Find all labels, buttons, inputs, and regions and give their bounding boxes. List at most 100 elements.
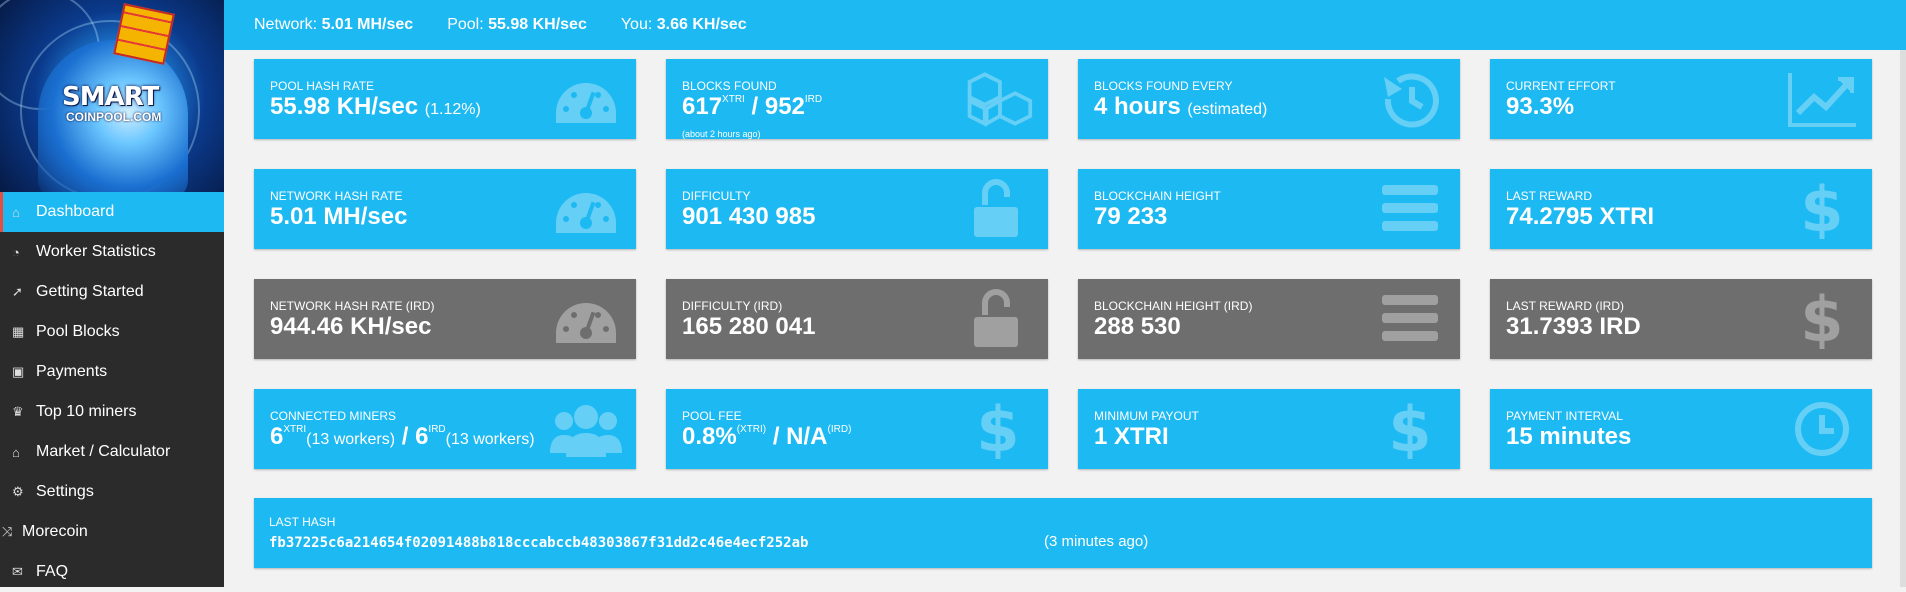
minimum-payout-card: MINIMUM PAYOUT 1 XTRI bbox=[1078, 389, 1460, 469]
sidebar-item-getting-started[interactable]: ➚ Getting Started bbox=[0, 272, 224, 312]
rocket-icon: ➚ bbox=[12, 284, 23, 299]
sidebar-item-label: Market / Calculator bbox=[36, 443, 171, 460]
card-value: 79 233 bbox=[1094, 203, 1168, 230]
value-suffix: (XTRI) bbox=[736, 424, 767, 435]
dashboard-icon bbox=[556, 83, 616, 123]
card-label: BLOCKS FOUND bbox=[682, 79, 777, 93]
sidebar-item-payments[interactable]: ▣ Payments bbox=[0, 352, 224, 392]
money-icon: ▣ bbox=[12, 364, 25, 379]
value-extra: (13 workers) bbox=[306, 431, 396, 448]
sidebar-nav: ⌂ Dashboard ◔ Worker Statistics ➚ Getting S… bbox=[0, 192, 224, 592]
cubes-icon: ▦ bbox=[12, 324, 25, 339]
card-value: 55.98 KH/sec (1.12%) bbox=[270, 93, 481, 121]
stat-value: 3.66 KH/sec bbox=[656, 16, 747, 33]
card-label: LAST REWARD bbox=[1506, 189, 1593, 203]
sidebar-item-faq[interactable]: ✉ FAQ bbox=[0, 552, 224, 592]
logo[interactable]: SMART COINPOOL.COM bbox=[0, 0, 224, 192]
card-label: MINIMUM PAYOUT bbox=[1094, 409, 1199, 423]
value-main: 4 hours bbox=[1094, 93, 1181, 120]
scrollbar[interactable] bbox=[1900, 50, 1906, 587]
card-value: 31.7393 IRD bbox=[1506, 313, 1641, 340]
sidebar-item-morecoin[interactable]: ⤨ Morecoin bbox=[0, 512, 224, 552]
bars-icon bbox=[1382, 295, 1438, 341]
card-label: POOL FEE bbox=[682, 409, 742, 423]
shuffle-icon: ⤨ bbox=[2, 524, 13, 539]
blockchain-height-ird-card: BLOCKCHAIN HEIGHT (IRD) 288 530 bbox=[1078, 279, 1460, 359]
pool-hashrate-card: POOL HASH RATE 55.98 KH/sec (1.12%) bbox=[254, 59, 636, 139]
card-label: CURRENT EFFORT bbox=[1506, 79, 1616, 93]
card-label: DIFFICULTY (IRD) bbox=[682, 299, 783, 313]
card-label: NETWORK HASH RATE (IRD) bbox=[270, 299, 435, 313]
blocks-found-every-card: BLOCKS FOUND EVERY 4 hours (estimated) bbox=[1078, 59, 1460, 139]
sidebar-item-market-calculator[interactable]: ⌂ Market / Calculator bbox=[0, 432, 224, 472]
card-value: 74.2795 XTRI bbox=[1506, 203, 1655, 230]
cubes-icon bbox=[967, 72, 1033, 126]
sidebar-item-settings[interactable]: ⚙ Settings bbox=[0, 472, 224, 512]
trophy-icon: ♛ bbox=[12, 404, 24, 419]
value-separator: / bbox=[766, 423, 787, 450]
unlock-icon bbox=[974, 179, 1018, 237]
blockchain-height-card: BLOCKCHAIN HEIGHT 79 233 bbox=[1078, 169, 1460, 249]
difficulty-card: DIFFICULTY 901 430 985 bbox=[666, 169, 1048, 249]
value-main: 617 bbox=[682, 93, 723, 120]
dollar-icon bbox=[1800, 179, 1844, 239]
value-separator: / bbox=[395, 423, 416, 450]
card-label: BLOCKS FOUND EVERY bbox=[1094, 79, 1233, 93]
value-main: 6 bbox=[270, 423, 284, 450]
card-value: 901 430 985 bbox=[682, 203, 816, 230]
sidebar-item-top-10-miners[interactable]: ♛ Top 10 miners bbox=[0, 392, 224, 432]
connected-miners-card: CONNECTED MINERS 6XTRI(13 workers) / 6IR… bbox=[254, 389, 636, 469]
value-main: 0.8% bbox=[682, 423, 737, 450]
top-stats-bar: Network: 5.01 MH/sec Pool: 55.98 KH/sec … bbox=[224, 0, 1906, 50]
home-icon: ⌂ bbox=[12, 204, 20, 220]
card-label: BLOCKCHAIN HEIGHT bbox=[1094, 189, 1221, 203]
card-value: 944.46 KH/sec bbox=[270, 313, 432, 340]
comments-icon: ✉ bbox=[12, 564, 23, 579]
network-hashrate-ird-card: NETWORK HASH RATE (IRD) 944.46 KH/sec bbox=[254, 279, 636, 359]
unlock-icon bbox=[974, 289, 1018, 347]
card-value: 0.8%(XTRI) / N/A(IRD) bbox=[682, 423, 851, 451]
value-main: 952 bbox=[764, 93, 805, 120]
sidebar-item-label: Pool Blocks bbox=[36, 323, 120, 340]
card-value: 165 280 041 bbox=[682, 313, 816, 340]
sidebar-item-label: Dashboard bbox=[36, 203, 115, 220]
current-effort-card: CURRENT EFFORT 93.3% bbox=[1490, 59, 1872, 139]
pool-fee-card: POOL FEE 0.8%(XTRI) / N/A(IRD) bbox=[666, 389, 1048, 469]
card-value: 15 minutes bbox=[1506, 423, 1632, 450]
card-label: LAST HASH bbox=[269, 515, 336, 529]
sidebar-item-worker-statistics[interactable]: ◔ Worker Statistics bbox=[0, 232, 224, 272]
card-label: POOL HASH RATE bbox=[270, 79, 375, 93]
card-note: (about 2 hours ago) bbox=[682, 129, 761, 139]
value-separator: / bbox=[744, 93, 765, 120]
logo-cube-graphic bbox=[113, 3, 175, 65]
line-chart-icon bbox=[1786, 69, 1858, 129]
sidebar-item-dashboard[interactable]: ⌂ Dashboard bbox=[0, 192, 224, 232]
stat-value: 5.01 MH/sec bbox=[321, 16, 414, 33]
clock-icon bbox=[1786, 399, 1858, 459]
last-hash-link[interactable]: fb37225c6a214654f02091488b818cccabccb483… bbox=[269, 535, 808, 551]
last-hash-card: LAST HASH fb37225c6a214654f02091488b818c… bbox=[254, 498, 1872, 568]
card-value: 5.01 MH/sec bbox=[270, 203, 408, 230]
card-label: DIFFICULTY bbox=[682, 189, 751, 203]
sidebar-item-label: Worker Statistics bbox=[36, 243, 156, 260]
stat-label: You: bbox=[620, 16, 653, 33]
sidebar-item-pool-blocks[interactable]: ▦ Pool Blocks bbox=[0, 312, 224, 352]
value-suffix: XTRI bbox=[283, 424, 307, 435]
sidebar-item-label: Top 10 miners bbox=[36, 403, 137, 420]
last-hash-age: (3 minutes ago) bbox=[1044, 533, 1149, 550]
dashboard-icon bbox=[556, 303, 616, 343]
network-hashrate-stat: Network: 5.01 MH/sec bbox=[254, 16, 413, 34]
value-suffix: (IRD) bbox=[827, 424, 852, 435]
bank-icon: ⌂ bbox=[12, 444, 20, 460]
last-reward-ird-card: LAST REWARD (IRD) 31.7393 IRD bbox=[1490, 279, 1872, 359]
value-suffix: IRD bbox=[804, 94, 823, 105]
stat-label: Pool: bbox=[447, 16, 484, 33]
stat-value: 55.98 KH/sec bbox=[488, 16, 587, 33]
sidebar: SMART COINPOOL.COM ⌂ Dashboard ◔ Worker St… bbox=[0, 0, 224, 587]
value-extra: (1.12%) bbox=[424, 101, 481, 118]
logo-brand-line1: SMART bbox=[62, 82, 159, 112]
dollar-icon bbox=[1388, 399, 1432, 459]
pool-hashrate-stat: Pool: 55.98 KH/sec bbox=[447, 16, 587, 34]
history-icon bbox=[1374, 69, 1446, 129]
value-suffix: IRD bbox=[428, 424, 446, 435]
